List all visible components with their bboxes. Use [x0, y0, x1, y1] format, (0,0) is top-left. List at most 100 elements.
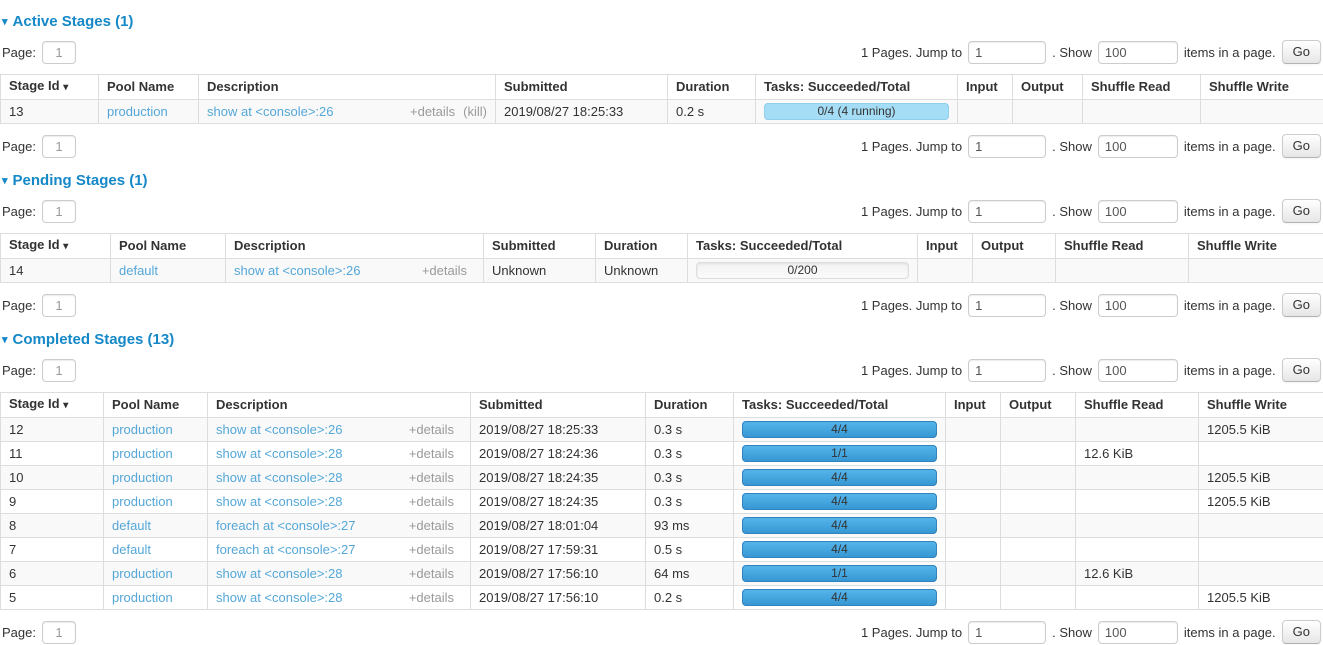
- col-submitted[interactable]: Submitted: [484, 234, 596, 259]
- section-heading[interactable]: ▾ Completed Stages (13): [2, 331, 1321, 348]
- details-toggle[interactable]: +details: [409, 566, 454, 582]
- duration-cell: Unknown: [596, 259, 688, 283]
- pages-count-text: 1 Pages. Jump to: [861, 139, 962, 154]
- go-button[interactable]: Go: [1282, 293, 1321, 317]
- items-per-page-text: items in a page.: [1184, 625, 1276, 640]
- pool-name-cell: default: [104, 514, 208, 538]
- pool-name-link[interactable]: production: [112, 470, 173, 485]
- section-heading[interactable]: ▾ Active Stages (1): [2, 13, 1321, 30]
- col-shuffle-write[interactable]: Shuffle Write: [1189, 234, 1323, 259]
- task-progress-bar: 1/1: [742, 445, 937, 462]
- stages-section: ▾ Completed Stages (13) Page: 1 Pages. J…: [0, 331, 1323, 645]
- items-per-page-input[interactable]: [1098, 359, 1178, 382]
- pool-name-link[interactable]: default: [119, 263, 158, 278]
- jump-to-page-input[interactable]: [968, 621, 1046, 644]
- go-button[interactable]: Go: [1282, 40, 1321, 64]
- col-description[interactable]: Description: [226, 234, 484, 259]
- col-submitted[interactable]: Submitted: [496, 75, 668, 100]
- items-per-page-input[interactable]: [1098, 135, 1178, 158]
- col-duration[interactable]: Duration: [596, 234, 688, 259]
- col-duration[interactable]: Duration: [668, 75, 756, 100]
- description-link[interactable]: show at <console>:28: [216, 446, 342, 462]
- description-link[interactable]: show at <console>:28: [216, 470, 342, 486]
- section-heading[interactable]: ▾ Pending Stages (1): [2, 172, 1321, 189]
- jump-to-page-input[interactable]: [968, 294, 1046, 317]
- page-label: Page:: [2, 45, 36, 60]
- col-pool-name[interactable]: Pool Name: [99, 75, 199, 100]
- page-number-input[interactable]: [42, 41, 76, 64]
- go-button[interactable]: Go: [1282, 358, 1321, 382]
- pool-name-link[interactable]: default: [112, 542, 151, 557]
- sort-desc-icon: ▾: [63, 241, 68, 252]
- pool-name-link[interactable]: default: [112, 518, 151, 533]
- details-toggle[interactable]: +details: [410, 104, 455, 120]
- pool-name-link[interactable]: production: [112, 494, 173, 509]
- pool-name-link[interactable]: production: [112, 566, 173, 581]
- col-tasks[interactable]: Tasks: Succeeded/Total: [688, 234, 918, 259]
- description-link[interactable]: show at <console>:26: [207, 104, 333, 120]
- items-per-page-text: items in a page.: [1184, 45, 1276, 60]
- stage-id-cell: 6: [1, 562, 104, 586]
- col-output[interactable]: Output: [1001, 393, 1076, 418]
- pool-name-link[interactable]: production: [107, 104, 168, 119]
- items-per-page-input[interactable]: [1098, 294, 1178, 317]
- col-tasks[interactable]: Tasks: Succeeded/Total: [756, 75, 958, 100]
- description-link[interactable]: show at <console>:26: [216, 422, 342, 438]
- col-input[interactable]: Input: [918, 234, 973, 259]
- col-description[interactable]: Description: [208, 393, 471, 418]
- duration-cell: 0.3 s: [646, 466, 734, 490]
- col-description[interactable]: Description: [199, 75, 496, 100]
- jump-to-page-input[interactable]: [968, 200, 1046, 223]
- description-link[interactable]: foreach at <console>:27: [216, 518, 356, 534]
- items-per-page-input[interactable]: [1098, 621, 1178, 644]
- go-button[interactable]: Go: [1282, 620, 1321, 644]
- pool-name-link[interactable]: production: [112, 446, 173, 461]
- col-input[interactable]: Input: [946, 393, 1001, 418]
- description-link[interactable]: show at <console>:28: [216, 494, 342, 510]
- details-toggle[interactable]: +details: [409, 446, 454, 462]
- show-text: . Show: [1052, 204, 1092, 219]
- stage-id-cell: 9: [1, 490, 104, 514]
- col-tasks[interactable]: Tasks: Succeeded/Total: [734, 393, 946, 418]
- page-number-input[interactable]: [42, 621, 76, 644]
- items-per-page-input[interactable]: [1098, 200, 1178, 223]
- details-toggle[interactable]: +details: [409, 494, 454, 510]
- details-toggle[interactable]: +details: [409, 518, 454, 534]
- page-number-input[interactable]: [42, 135, 76, 158]
- page-number-input[interactable]: [42, 200, 76, 223]
- page-number-input[interactable]: [42, 294, 76, 317]
- kill-link[interactable]: (kill): [463, 104, 487, 120]
- details-toggle[interactable]: +details: [409, 470, 454, 486]
- details-toggle[interactable]: +details: [409, 422, 454, 438]
- pool-name-link[interactable]: production: [112, 422, 173, 437]
- description-link[interactable]: show at <console>:28: [216, 590, 342, 606]
- go-button[interactable]: Go: [1282, 199, 1321, 223]
- pool-name-link[interactable]: production: [112, 590, 173, 605]
- col-shuffle-read[interactable]: Shuffle Read: [1056, 234, 1189, 259]
- page-number-input[interactable]: [42, 359, 76, 382]
- jump-to-page-input[interactable]: [968, 135, 1046, 158]
- col-duration[interactable]: Duration: [646, 393, 734, 418]
- jump-to-page-input[interactable]: [968, 359, 1046, 382]
- jump-to-page-input[interactable]: [968, 41, 1046, 64]
- description-link[interactable]: show at <console>:28: [216, 566, 342, 582]
- col-submitted[interactable]: Submitted: [471, 393, 646, 418]
- col-shuffle-read[interactable]: Shuffle Read: [1076, 393, 1199, 418]
- col-stage-id[interactable]: Stage Id ▾: [1, 234, 111, 259]
- col-pool-name[interactable]: Pool Name: [104, 393, 208, 418]
- col-shuffle-read[interactable]: Shuffle Read: [1083, 75, 1201, 100]
- col-input[interactable]: Input: [958, 75, 1013, 100]
- col-shuffle-write[interactable]: Shuffle Write: [1201, 75, 1323, 100]
- col-shuffle-write[interactable]: Shuffle Write: [1199, 393, 1323, 418]
- col-stage-id[interactable]: Stage Id ▾: [1, 75, 99, 100]
- go-button[interactable]: Go: [1282, 134, 1321, 158]
- details-toggle[interactable]: +details: [409, 590, 454, 606]
- tasks-cell: 4/4: [734, 514, 946, 538]
- description-link[interactable]: show at <console>:26: [234, 263, 360, 279]
- col-stage-id[interactable]: Stage Id ▾: [1, 393, 104, 418]
- col-pool-name[interactable]: Pool Name: [111, 234, 226, 259]
- col-output[interactable]: Output: [1013, 75, 1083, 100]
- items-per-page-input[interactable]: [1098, 41, 1178, 64]
- col-output[interactable]: Output: [973, 234, 1056, 259]
- details-toggle[interactable]: +details: [422, 263, 467, 279]
